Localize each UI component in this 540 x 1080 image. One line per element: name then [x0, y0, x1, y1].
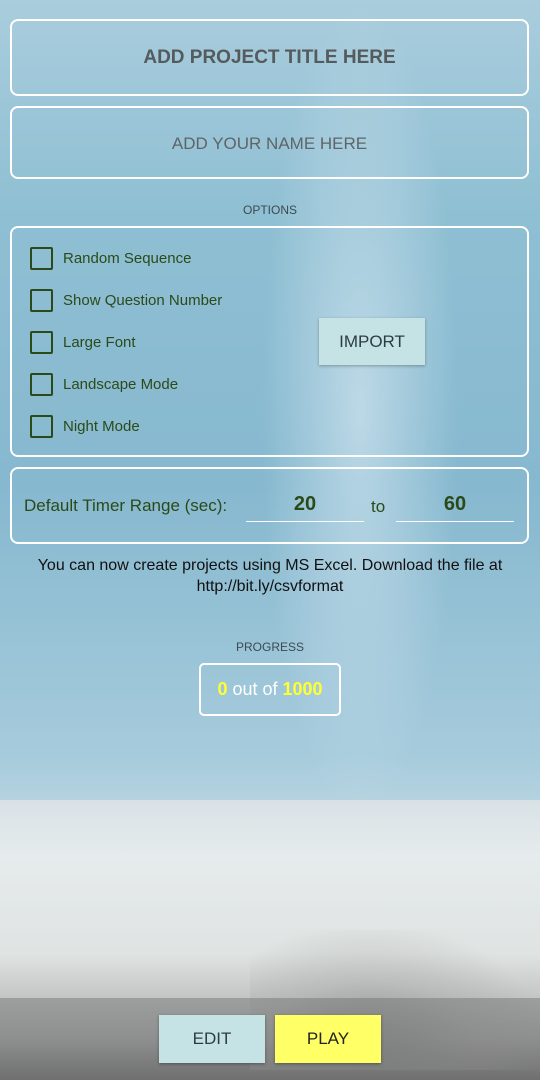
- option-label: Random Sequence: [63, 249, 192, 267]
- info-line: You can now create projects using MS Exc…: [37, 557, 503, 574]
- progress-heading: PROGRESS: [235, 640, 304, 654]
- import-button[interactable]: IMPORT: [319, 318, 425, 365]
- option-label: Landscape Mode: [63, 375, 179, 393]
- project-title-placeholder: ADD PROJECT TITLE HERE: [143, 47, 396, 68]
- option-landscape-mode[interactable]: Landscape Mode: [30, 372, 178, 396]
- checkbox[interactable]: [30, 288, 53, 312]
- option-show-question-number[interactable]: Show Question Number: [30, 288, 222, 312]
- bottom-action-bar: [0, 998, 540, 1080]
- option-night-mode[interactable]: Night Mode: [30, 414, 140, 438]
- timer-min-underline: [246, 521, 364, 522]
- option-label: Night Mode: [63, 417, 140, 435]
- timer-max-input[interactable]: 60: [396, 493, 514, 516]
- play-button[interactable]: PLAY: [275, 1015, 381, 1063]
- option-large-font[interactable]: Large Font: [30, 330, 136, 354]
- progress-counter: 0 out of 1000: [199, 663, 341, 716]
- edit-button[interactable]: EDIT: [159, 1015, 265, 1063]
- progress-total: 1000: [282, 679, 323, 699]
- excel-info-text: You can now create projects using MS Exc…: [0, 555, 540, 597]
- option-label: Show Question Number: [63, 291, 223, 309]
- option-random-sequence[interactable]: Random Sequence: [30, 246, 191, 270]
- timer-min-input[interactable]: 20: [246, 493, 364, 516]
- checkbox[interactable]: [30, 330, 53, 354]
- progress-separator: out of: [232, 679, 278, 699]
- options-heading: OPTIONS: [242, 203, 297, 217]
- progress-current: 0: [217, 679, 228, 699]
- option-label: Large Font: [63, 333, 136, 351]
- checkbox[interactable]: [30, 372, 53, 396]
- project-title-field[interactable]: ADD PROJECT TITLE HERE: [10, 19, 529, 96]
- author-name-placeholder: ADD YOUR NAME HERE: [171, 134, 368, 153]
- csv-format-link[interactable]: http://bit.ly/csvformat: [0, 576, 540, 597]
- checkbox[interactable]: [30, 246, 53, 270]
- timer-to-label: to: [371, 497, 386, 516]
- author-name-field[interactable]: ADD YOUR NAME HERE: [10, 106, 529, 179]
- checkbox[interactable]: [30, 414, 53, 438]
- timer-range-label: Default Timer Range (sec):: [24, 496, 228, 515]
- timer-max-underline: [396, 521, 514, 522]
